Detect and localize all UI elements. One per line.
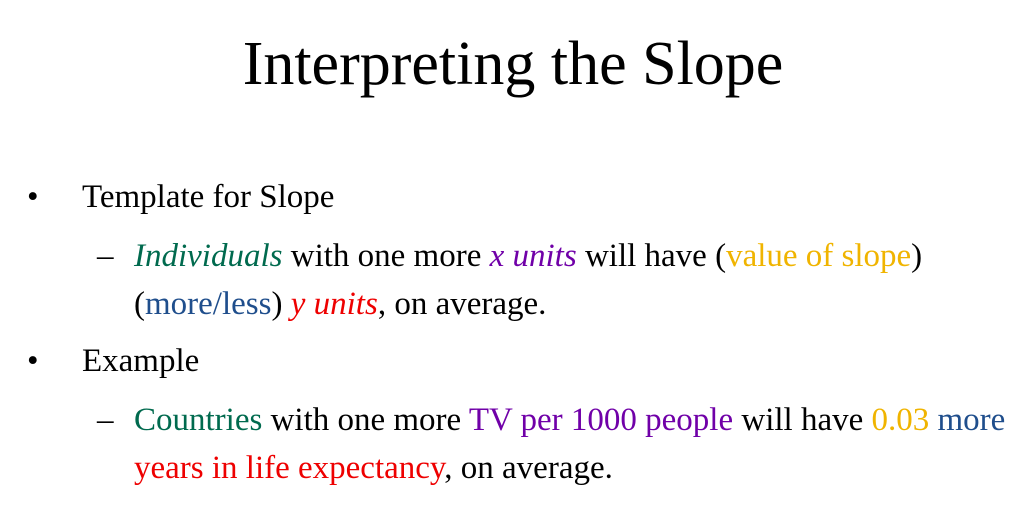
segment-subject: Individuals (134, 238, 283, 274)
segment-x-units: x units (489, 238, 577, 274)
segment-connector: will have (733, 402, 872, 438)
sub-bullet-marker: – (97, 238, 114, 274)
segment-connector (929, 402, 937, 438)
slide-title: Interpreting the Slope (242, 30, 784, 98)
segment-ending: , on average. (377, 286, 547, 322)
bullet-item: • Template for Slope (27, 177, 334, 217)
sub-bullet-marker: – (97, 402, 114, 438)
bullet-label: Example (82, 343, 200, 379)
sub-bullet-item: – Countries with one more TV per 1000 pe… (97, 396, 1017, 492)
segment-slope-value: 0.03 (871, 402, 930, 438)
segment-subject: Countries (134, 402, 263, 438)
bullet-label: Template for Slope (82, 179, 335, 215)
sub-bullet-text: Countries with one more TV per 1000 peop… (97, 396, 1017, 492)
segment-connector: with one more (282, 238, 490, 274)
segment-direction: more/less (145, 286, 272, 322)
segment-x-units: TV per 1000 people (468, 402, 734, 438)
bullet-marker: • (27, 179, 39, 215)
sub-bullet-item: – Individuals with one more x units will… (97, 232, 1017, 328)
segment-y-units: y units (290, 286, 378, 322)
sub-bullet-text: Individuals with one more x units will h… (97, 232, 1017, 328)
segment-ending: , on average. (444, 450, 613, 486)
segment-y-units: years in life expectancy (134, 450, 445, 486)
slide: Interpreting the Slope • Template for Slo… (0, 0, 1026, 514)
segment-slope-value: value of slope (726, 238, 912, 274)
segment-connector: ) (271, 286, 291, 322)
segment-direction: more (937, 402, 1006, 438)
segment-connector: will have ( (576, 238, 727, 274)
bullet-item: • Example (27, 341, 199, 381)
bullet-marker: • (27, 343, 39, 379)
segment-connector: with one more (262, 402, 469, 438)
